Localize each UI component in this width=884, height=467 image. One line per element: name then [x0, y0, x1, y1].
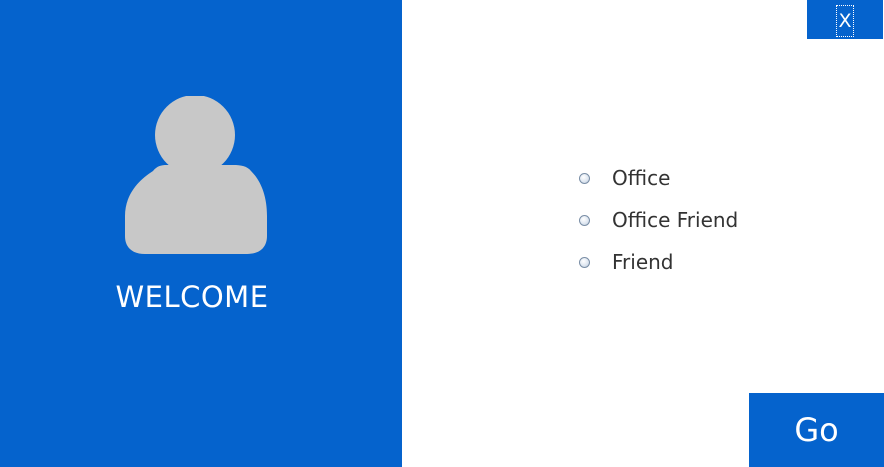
- option-group: Office Office Friend Friend: [576, 157, 738, 283]
- radio-icon[interactable]: [579, 256, 590, 268]
- option-label: Office Friend: [612, 208, 739, 232]
- option-office-friend[interactable]: Office Friend: [576, 199, 738, 241]
- option-friend[interactable]: Friend: [576, 241, 738, 283]
- welcome-label: WELCOME: [115, 280, 269, 314]
- option-label: Friend: [612, 250, 674, 274]
- radio-icon[interactable]: [579, 214, 590, 226]
- welcome-panel: WELCOME: [0, 0, 402, 467]
- radio-icon[interactable]: [579, 172, 590, 184]
- close-icon: X: [836, 5, 854, 37]
- go-button[interactable]: Go: [749, 393, 884, 467]
- option-label: Office: [612, 166, 671, 190]
- option-office[interactable]: Office: [576, 157, 738, 199]
- close-button[interactable]: X: [807, 0, 883, 39]
- user-icon: [125, 96, 267, 254]
- welcome-dialog: WELCOME X Office Office Friend Friend Go: [0, 0, 884, 467]
